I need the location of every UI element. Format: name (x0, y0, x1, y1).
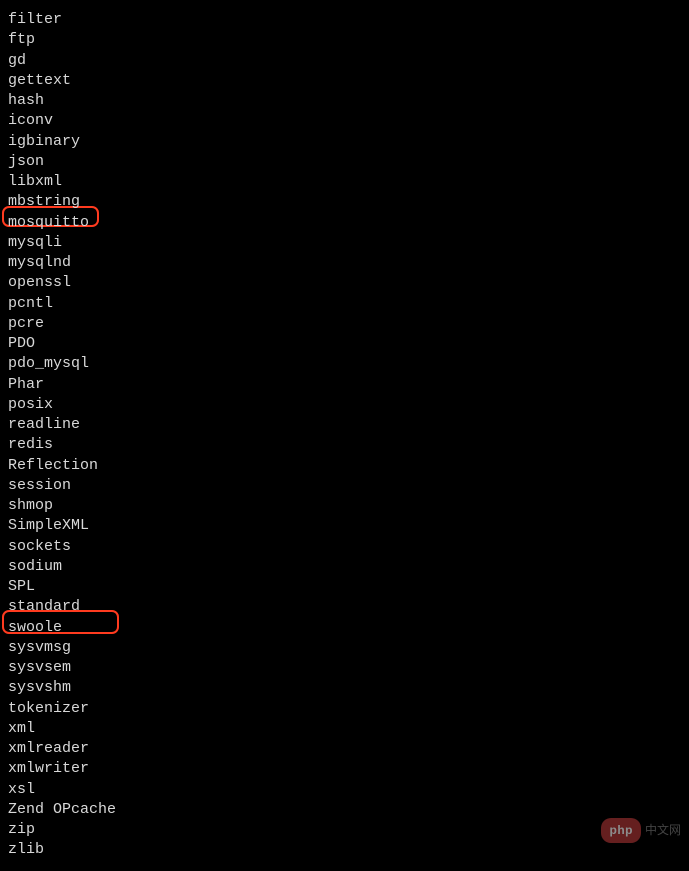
module-item: xml (8, 719, 681, 739)
module-item: zip (8, 820, 681, 840)
module-item: sysvshm (8, 678, 681, 698)
module-item: pcntl (8, 294, 681, 314)
module-item: ftp (8, 30, 681, 50)
module-item: openssl (8, 273, 681, 293)
module-item: standard (8, 597, 681, 617)
php-modules-list: filter ftp gd gettext hash iconv igbinar… (8, 10, 681, 861)
module-item: sockets (8, 537, 681, 557)
module-item: Phar (8, 375, 681, 395)
module-item: SimpleXML (8, 516, 681, 536)
module-item: redis (8, 435, 681, 455)
module-item: hash (8, 91, 681, 111)
module-item: zlib (8, 840, 681, 860)
module-item: mbstring (8, 192, 681, 212)
module-item: posix (8, 395, 681, 415)
watermark-badge: php (601, 818, 641, 842)
module-item: sodium (8, 557, 681, 577)
module-item: igbinary (8, 132, 681, 152)
module-item: Zend OPcache (8, 800, 681, 820)
module-item: json (8, 152, 681, 172)
module-item: shmop (8, 496, 681, 516)
module-item: libxml (8, 172, 681, 192)
watermark: php 中文网 (601, 818, 681, 842)
module-item: mosquitto (8, 213, 681, 233)
module-item: readline (8, 415, 681, 435)
module-item: filter (8, 10, 681, 30)
module-item: Reflection (8, 456, 681, 476)
module-item: mysqli (8, 233, 681, 253)
module-item: mysqlnd (8, 253, 681, 273)
module-item: sysvsem (8, 658, 681, 678)
module-item: session (8, 476, 681, 496)
module-item: iconv (8, 111, 681, 131)
watermark-text: 中文网 (645, 820, 681, 840)
module-item: PDO (8, 334, 681, 354)
module-item: SPL (8, 577, 681, 597)
module-item: tokenizer (8, 699, 681, 719)
module-item: pdo_mysql (8, 354, 681, 374)
module-item: pcre (8, 314, 681, 334)
module-item: sysvmsg (8, 638, 681, 658)
module-item: xmlreader (8, 739, 681, 759)
module-item: gd (8, 51, 681, 71)
module-item: xsl (8, 780, 681, 800)
module-item: xmlwriter (8, 759, 681, 779)
module-item: swoole (8, 618, 681, 638)
module-item: gettext (8, 71, 681, 91)
